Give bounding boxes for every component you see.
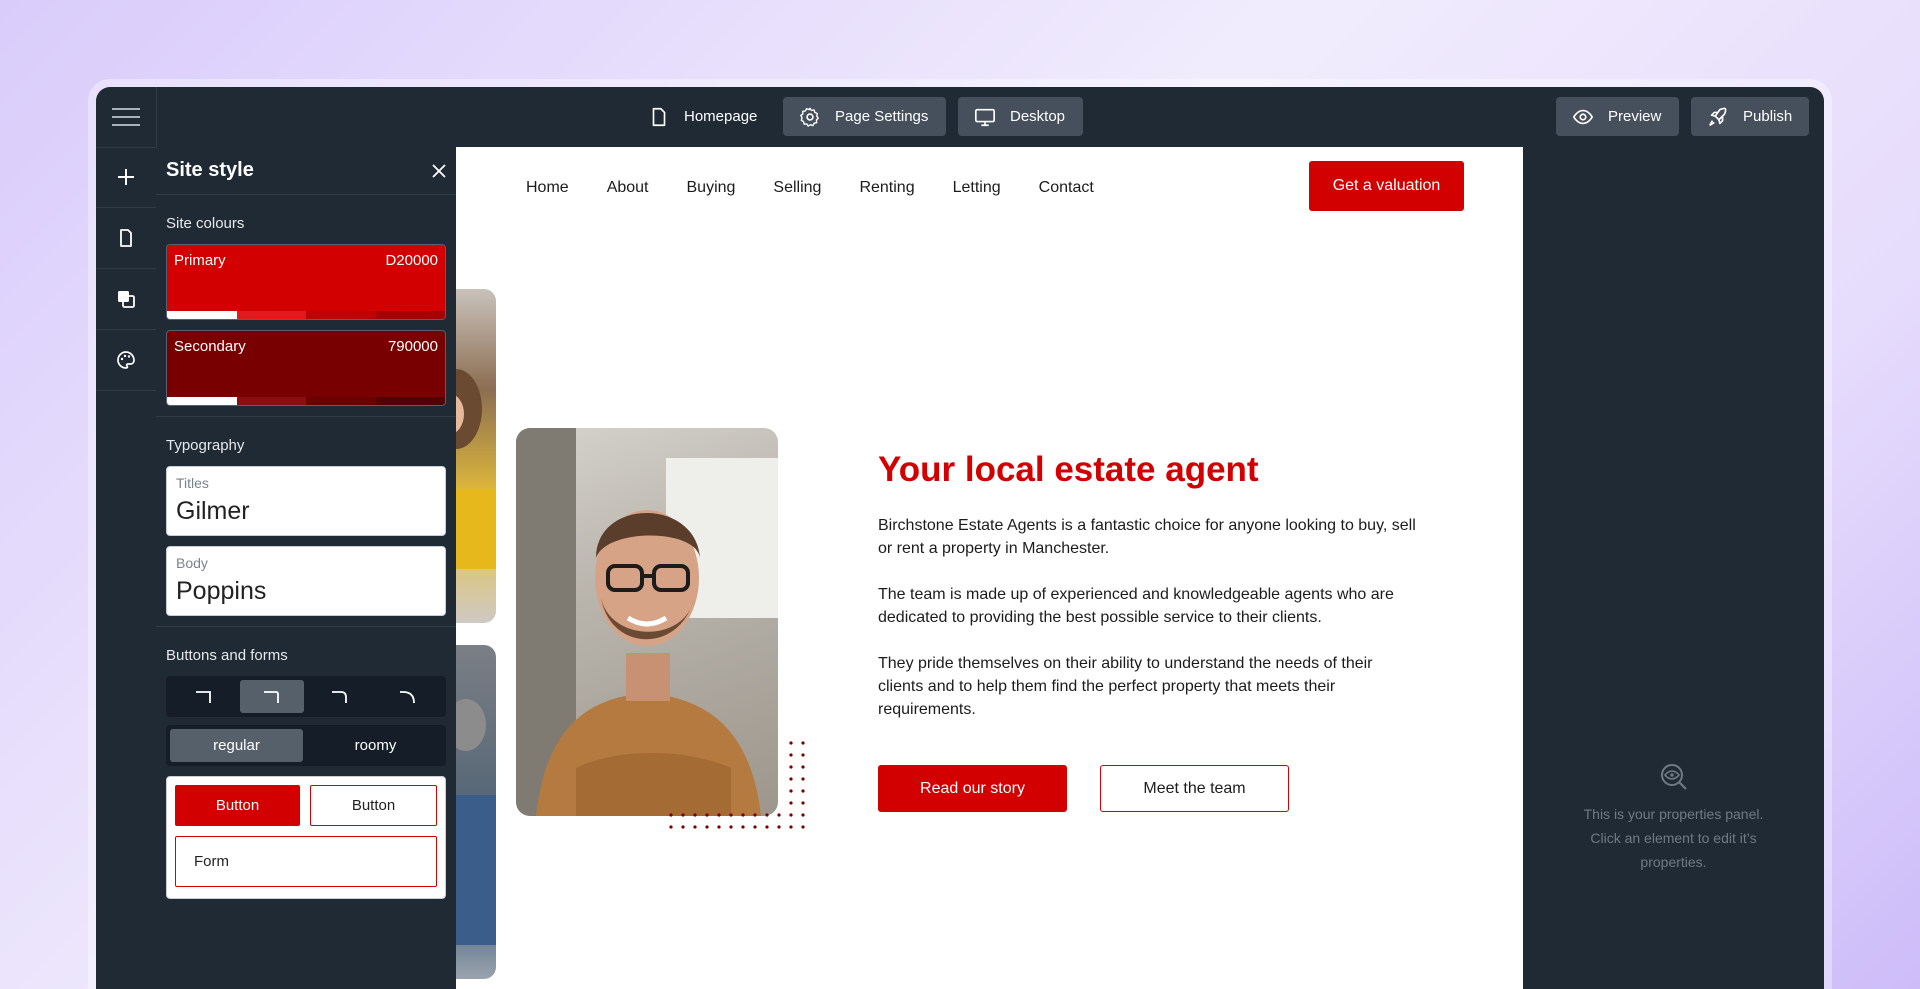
meet-the-team-button[interactable]: Meet the team: [1100, 765, 1289, 812]
corner-medium-icon: [332, 690, 347, 703]
preview-secondary-button[interactable]: Button: [310, 785, 437, 826]
density-selector: regular roomy: [166, 725, 446, 766]
gear-icon: [800, 107, 819, 127]
layers-icon: [118, 291, 135, 308]
empty-message-line: This is your properties panel.: [1583, 806, 1764, 822]
publish-button[interactable]: Publish: [1691, 97, 1809, 136]
palette-icon: [117, 351, 135, 369]
rocket-icon: [1709, 107, 1727, 126]
radius-option-small[interactable]: [240, 680, 304, 713]
titles-font-field[interactable]: Titles Gilmer: [166, 466, 446, 536]
team-photo-1: [456, 289, 496, 623]
site-nav: Home About Buying Selling Renting Lettin…: [526, 179, 1094, 197]
page-settings-label: Page Settings: [835, 108, 929, 125]
layers-button[interactable]: [96, 269, 156, 330]
device-button[interactable]: Desktop: [958, 97, 1083, 136]
typography-label: Typography: [166, 437, 245, 454]
density-option-regular[interactable]: regular: [170, 729, 303, 762]
font-field-value: Gilmer: [176, 497, 250, 525]
preview-primary-button[interactable]: Button: [175, 785, 300, 826]
site-colours-label: Site colours: [166, 215, 245, 232]
secondary-colour-swatch[interactable]: Secondary 790000: [166, 330, 446, 406]
radius-option-square[interactable]: [172, 680, 236, 713]
office-photo-icon: [456, 699, 496, 945]
swatch-name: Secondary: [174, 338, 246, 355]
nav-selling[interactable]: Selling: [773, 179, 821, 197]
swatch-hex: 790000: [387, 338, 438, 355]
top-bar: Homepage Page Settings Desktop Preview P…: [96, 87, 1824, 148]
nav-home[interactable]: Home: [526, 179, 569, 197]
page-icon: [120, 229, 132, 247]
radius-option-large[interactable]: [376, 680, 440, 713]
site-style-button[interactable]: [96, 330, 156, 391]
publish-label: Publish: [1743, 108, 1793, 125]
body-font-field[interactable]: Body Poppins: [166, 546, 446, 616]
empty-message-line: Click an element to edit it’s: [1590, 830, 1757, 846]
hero-paragraph-2[interactable]: The team is made up of experienced and k…: [878, 583, 1418, 629]
buttons-forms-label: Buttons and forms: [166, 647, 288, 664]
panel-header: Site style: [156, 147, 456, 195]
nav-letting[interactable]: Letting: [953, 179, 1001, 197]
primary-colour-swatch[interactable]: Primary D20000: [166, 244, 446, 320]
swatch-hex: D20000: [385, 252, 438, 269]
team-photo-2: [456, 645, 496, 979]
font-field-label: Body: [176, 555, 208, 571]
woman-photo-icon: [456, 369, 496, 569]
corner-square-icon: [196, 690, 211, 703]
dot-pattern: [669, 741, 805, 829]
website-canvas: Home About Buying Selling Renting Lettin…: [456, 147, 1523, 989]
swatch-name: Primary: [174, 252, 226, 269]
page-settings-button[interactable]: Page Settings: [783, 97, 946, 136]
buttons-forms-preview: Button Button Form: [166, 776, 446, 899]
corner-radius-selector: [166, 676, 446, 717]
preview-label: Preview: [1608, 108, 1662, 125]
panel-title: Site style: [166, 159, 254, 181]
font-field-label: Titles: [176, 475, 209, 491]
nav-renting[interactable]: Renting: [859, 179, 914, 197]
font-field-value: Poppins: [176, 577, 267, 605]
site-style-panel: Site style Site colours Primary D20000 S…: [156, 147, 457, 989]
left-rail: [96, 147, 157, 989]
hamburger-icon: [112, 108, 140, 126]
corner-large-icon: [400, 690, 415, 703]
pages-button[interactable]: [96, 208, 156, 269]
add-button[interactable]: [96, 147, 156, 208]
menu-button[interactable]: [96, 87, 157, 147]
plus-icon: [118, 169, 134, 185]
properties-empty-message: This is your properties panel. Click an …: [1523, 802, 1824, 874]
radius-option-medium[interactable]: [308, 680, 372, 713]
properties-panel: This is your properties panel. Click an …: [1523, 147, 1824, 989]
shade-bar: [167, 397, 445, 405]
shade-bar: [167, 311, 445, 319]
desktop-icon: [975, 108, 995, 126]
close-icon[interactable]: [432, 163, 446, 178]
inspect-icon: [1661, 764, 1687, 790]
editor-window: Homepage Page Settings Desktop Preview P…: [96, 87, 1824, 989]
get-valuation-button[interactable]: Get a valuation: [1309, 161, 1464, 211]
nav-about[interactable]: About: [607, 179, 649, 197]
hero-headline[interactable]: Your local estate agent: [878, 450, 1259, 490]
nav-buying[interactable]: Buying: [687, 179, 736, 197]
eye-icon: [1572, 109, 1594, 124]
empty-message-line: properties.: [1640, 854, 1707, 870]
corner-small-icon: [264, 690, 279, 703]
page-selector[interactable]: Homepage: [632, 97, 773, 136]
preview-button[interactable]: Preview: [1556, 97, 1679, 136]
page-label: Homepage: [684, 108, 758, 125]
hero-paragraph-3[interactable]: They pride themselves on their ability t…: [878, 652, 1418, 721]
page-icon: [652, 107, 666, 126]
density-option-roomy[interactable]: roomy: [309, 729, 442, 762]
nav-contact[interactable]: Contact: [1039, 179, 1094, 197]
preview-form-field[interactable]: Form: [175, 836, 437, 887]
read-our-story-button[interactable]: Read our story: [878, 765, 1067, 812]
hero-paragraph-1[interactable]: Birchstone Estate Agents is a fantastic …: [878, 514, 1418, 560]
device-label: Desktop: [1010, 108, 1066, 125]
